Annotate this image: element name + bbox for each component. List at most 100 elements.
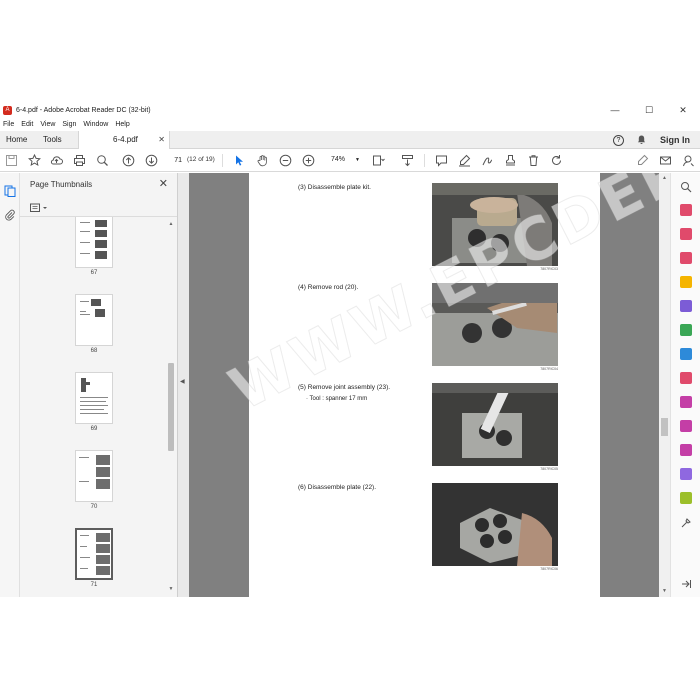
thumbnail-scrollbar[interactable]: ▲ ▼ [167,217,175,595]
step-photo [432,283,558,366]
pdf-page: (3) Disassemble plate kit. 7807RIC03 (4)… [249,173,600,597]
zoom-in-icon[interactable] [302,154,315,167]
save-icon[interactable] [5,154,18,167]
highlight-pen-icon[interactable] [458,154,471,167]
step-text: (6) Disassemble plate (22). [298,484,377,491]
page-fit-icon[interactable] [372,154,385,167]
attachment-paperclip-icon[interactable] [4,208,16,221]
maximize-button[interactable]: ☐ [632,100,666,120]
more-tools-icon[interactable] [680,516,692,528]
minimize-button[interactable]: — [598,100,632,120]
page-thumbnails-icon[interactable] [4,184,16,197]
scrollbar-thumb[interactable] [661,418,668,436]
combine-files-icon[interactable] [680,300,692,312]
thumbnail-page[interactable] [75,294,113,346]
menu-view[interactable]: View [37,120,59,131]
scroll-up-arrow-icon[interactable]: ▲ [660,175,669,181]
delete-trash-icon[interactable] [527,154,540,167]
account-search-icon[interactable] [682,154,695,167]
collapse-tools-icon[interactable] [680,577,692,589]
prepare-form-icon[interactable] [680,468,692,480]
toolbar-divider [424,154,425,167]
thumbnail-page[interactable] [75,372,113,424]
left-navigation-rail [0,173,20,597]
scan-ocr-icon[interactable] [680,348,692,360]
comment-icon[interactable] [435,154,448,167]
step-text: (3) Disassemble plate kit. [298,184,371,191]
scroll-mode-icon[interactable] [401,154,414,167]
page-number-input[interactable]: 71 [165,154,183,166]
upload-cloud-icon[interactable] [50,154,63,167]
thumbnail-page[interactable] [75,217,113,268]
draw-signature-icon[interactable] [481,154,494,167]
menu-bar: File Edit View Sign Window Help [0,120,134,131]
acrobat-icon: A [3,105,12,115]
menu-help[interactable]: Help [112,120,133,131]
edit-pdf-icon[interactable] [680,252,692,264]
step-photo [432,183,558,266]
bookmark-star-icon[interactable] [28,154,41,167]
close-panel-icon[interactable]: ✕ [159,177,168,190]
close-window-button[interactable]: ✕ [666,100,700,120]
send-for-review-icon[interactable] [680,444,692,456]
hand-tool-icon[interactable] [256,154,269,167]
thumbnail-page[interactable] [75,450,113,502]
stamp-icon[interactable] [504,154,517,167]
menu-file[interactable]: File [0,120,18,131]
menu-window[interactable]: Window [80,120,112,131]
chevron-down-icon: ▼ [355,157,360,163]
organize-pages-icon[interactable] [680,324,692,336]
tab-document[interactable]: 6-4.pdf ✕ [78,131,170,150]
create-pdf-icon[interactable] [680,228,692,240]
scroll-down-arrow-icon[interactable]: ▼ [167,586,175,592]
comment-tool-icon[interactable] [680,276,692,288]
page-thumbnails-panel: Page Thumbnails ✕ 67 68 69 70 71 ▲ ▼ [20,173,178,597]
thumbnail-label: 68 [90,348,98,354]
close-tab-icon[interactable]: ✕ [158,131,165,149]
export-pdf-icon[interactable] [680,204,692,216]
fill-sign-pen-icon[interactable] [636,154,649,167]
step-photo [432,483,558,566]
document-scrollbar[interactable]: ▲ ▼ [659,173,670,597]
zoom-out-icon[interactable] [279,154,292,167]
thumbnail-label: 71 [90,582,98,588]
notifications-bell-icon[interactable] [637,135,646,145]
zoom-search-icon[interactable] [96,154,109,167]
scroll-down-arrow-icon[interactable]: ▼ [660,588,669,594]
step-tool-note: · Tool : spanner 17 mm [306,396,368,402]
thumbnail-label: 67 [90,270,98,276]
step-text: (4) Remove rod (20). [298,284,359,291]
rotate-icon[interactable] [550,154,563,167]
scrollbar-thumb[interactable] [168,363,174,451]
chevron-left-icon: ◀ [180,379,185,385]
tab-tools[interactable]: Tools [43,131,62,149]
select-cursor-icon[interactable] [233,154,246,167]
help-icon[interactable]: ? [613,134,624,146]
tab-home[interactable]: Home [6,131,27,149]
photo-caption: 7807RIC04 [540,367,558,371]
document-canvas[interactable]: (3) Disassemble plate kit. 7807RIC03 (4)… [189,173,659,597]
photo-caption: 7807RIC05 [540,467,558,471]
share-email-icon[interactable] [659,154,672,167]
protect-icon[interactable] [680,372,692,384]
zoom-level-dropdown[interactable]: 74% ▼ [323,154,363,166]
scroll-up-arrow-icon[interactable]: ▲ [167,221,175,227]
panel-collapse-handle[interactable]: ◀ [178,173,189,597]
search-icon[interactable] [680,180,692,193]
main-toolbar: 71 (12 of 19) 74% ▼ [0,149,700,172]
menu-sign[interactable]: Sign [59,120,80,131]
panel-title: Page Thumbnails [30,180,93,189]
send-track-icon[interactable] [680,492,692,504]
thumbnail-options-icon[interactable] [30,200,50,212]
fill-sign-icon[interactable] [680,396,692,408]
title-bar: A 6-4.pdf - Adobe Acrobat Reader DC (32-… [0,100,700,120]
previous-page-icon[interactable] [122,154,135,167]
print-icon[interactable] [73,154,86,167]
next-page-icon[interactable] [145,154,158,167]
sign-in-button[interactable]: Sign In [660,135,690,145]
window-controls: — ☐ ✕ [598,100,700,120]
request-signature-icon[interactable] [680,420,692,432]
menu-edit[interactable]: Edit [18,120,37,131]
zoom-level-value: 74% [331,156,346,163]
thumbnail-page-selected[interactable] [75,528,113,580]
